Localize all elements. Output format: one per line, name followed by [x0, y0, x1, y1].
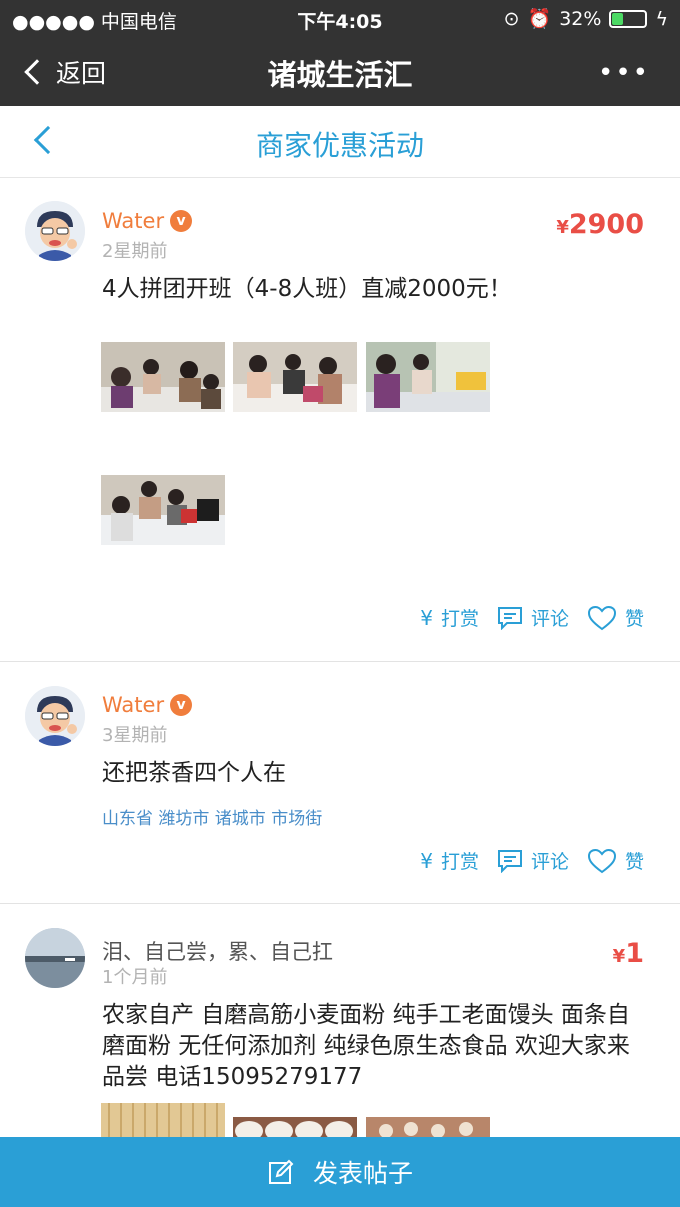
- photo-thumbnail: [366, 1117, 490, 1137]
- price-value: 2900: [568, 209, 644, 240]
- system-header: ●●●●● 中国电信 下午4:05 ⊙ ⏰ 32% ϟ 返回 诸城生活汇 •••: [0, 0, 680, 106]
- rotation-lock-icon: ⊙: [503, 7, 520, 30]
- avatar[interactable]: [25, 928, 85, 988]
- post-content: 还把茶香四个人在: [102, 760, 286, 786]
- tip-button[interactable]: ¥ 打赏: [420, 847, 479, 874]
- location-tag[interactable]: 山东省 潍坊市 诸城市 市场街: [102, 804, 322, 829]
- comment-button[interactable]: 评论: [497, 604, 569, 631]
- post-time: 1个月前: [102, 967, 168, 988]
- new-post-label: 发表帖子: [312, 1159, 413, 1188]
- username-text: Water: [102, 693, 165, 717]
- username-text: 泪、自己尝，累、自己扛: [102, 940, 333, 964]
- cartoon-avatar-icon: [25, 201, 85, 261]
- comment-label: 评论: [530, 851, 569, 873]
- comment-button[interactable]: 评论: [497, 847, 569, 874]
- avatar[interactable]: [25, 201, 85, 261]
- like-button[interactable]: 赞: [587, 847, 644, 874]
- comment-label: 评论: [530, 608, 569, 630]
- battery-percent: 32%: [559, 7, 602, 30]
- username[interactable]: Water v: [102, 209, 193, 233]
- new-post-button[interactable]: 发表帖子: [0, 1137, 680, 1207]
- wechat-nav-bar: 返回 诸城生活汇 •••: [0, 36, 680, 106]
- post-time: 3星期前: [102, 725, 168, 746]
- post-photo[interactable]: [101, 1103, 225, 1137]
- cartoon-avatar-icon: [25, 686, 85, 746]
- price: ¥1: [613, 938, 644, 969]
- post-photo[interactable]: [233, 1117, 357, 1137]
- photo-thumbnail: [101, 342, 225, 412]
- verified-badge-icon: v: [170, 694, 193, 716]
- tip-button[interactable]: ¥ 打赏: [420, 604, 479, 631]
- tip-label: 打赏: [440, 851, 479, 873]
- post-actions: ¥ 打赏 评论 赞: [420, 604, 644, 631]
- page-title: 商家优惠活动: [255, 129, 424, 162]
- heart-icon: [587, 848, 616, 873]
- yen-icon: ¥: [420, 848, 433, 873]
- price-value: 1: [625, 938, 644, 969]
- photo-thumbnail: [233, 1117, 357, 1137]
- avatar[interactable]: [25, 686, 85, 746]
- yen-icon: ¥: [420, 605, 433, 630]
- photo-thumbnail: [233, 342, 357, 412]
- username[interactable]: Water v: [102, 693, 193, 717]
- tip-label: 打赏: [440, 608, 479, 630]
- more-button[interactable]: •••: [598, 58, 650, 88]
- status-bar: ●●●●● 中国电信 下午4:05 ⊙ ⏰ 32% ϟ: [0, 0, 680, 36]
- post-photo[interactable]: [101, 475, 225, 545]
- photo-thumbnail: [366, 342, 490, 412]
- like-label: 赞: [624, 851, 644, 873]
- like-button[interactable]: 赞: [587, 604, 644, 631]
- edit-icon: [268, 1159, 294, 1184]
- post-photo[interactable]: [366, 1117, 490, 1137]
- username[interactable]: 泪、自己尝，累、自己扛: [102, 936, 333, 966]
- comment-icon: [497, 849, 522, 873]
- post-content: 农家自产 自磨高筋小麦面粉 纯手工老面馒头 面条自磨面粉 无任何添加剂 纯绿色原…: [102, 1002, 630, 1090]
- comment-icon: [497, 606, 522, 630]
- username-text: Water: [102, 209, 165, 233]
- post-card[interactable]: Water v 2星期前 ¥2900 4人拼团开班（4-8人班）直减2000元！…: [0, 179, 680, 662]
- lake-photo-avatar: [25, 928, 85, 988]
- post-content: 4人拼团开班（4-8人班）直减2000元！: [102, 276, 512, 302]
- post-card[interactable]: 泪、自己尝，累、自己扛 1个月前 ¥1 农家自产 自磨高筋小麦面粉 纯手工老面馒…: [0, 904, 680, 1137]
- post-card[interactable]: Water v 3星期前 还把茶香四个人在 山东省 潍坊市 诸城市 市场街 ¥ 打…: [0, 662, 680, 904]
- currency-symbol: ¥: [556, 217, 569, 238]
- post-actions: ¥ 打赏 评论 赞: [420, 847, 644, 874]
- price: ¥2900: [556, 209, 644, 240]
- post-time: 2星期前: [102, 241, 168, 262]
- app-title: 诸城生活汇: [267, 58, 413, 92]
- like-label: 赞: [624, 608, 644, 630]
- page-header: 商家优惠活动: [0, 106, 680, 178]
- charging-icon: ϟ: [655, 7, 668, 30]
- currency-symbol: ¥: [612, 946, 626, 967]
- heart-icon: [587, 605, 616, 630]
- photo-thumbnail: [101, 1103, 225, 1137]
- alarm-icon: ⏰: [527, 8, 552, 30]
- battery-icon: [609, 9, 648, 28]
- status-right: ⊙ ⏰ 32% ϟ: [503, 7, 668, 31]
- verified-badge-icon: v: [170, 210, 193, 232]
- post-photo[interactable]: [233, 342, 357, 412]
- photo-thumbnail: [101, 475, 225, 545]
- post-photo[interactable]: [366, 342, 490, 412]
- post-photo[interactable]: [101, 342, 225, 412]
